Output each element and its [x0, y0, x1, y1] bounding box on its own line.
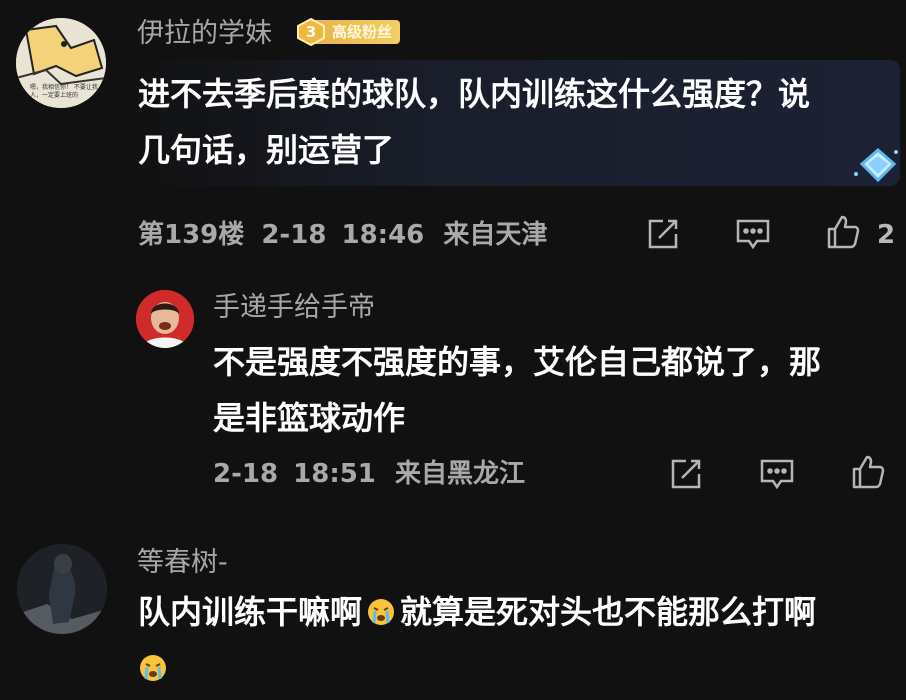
floor-number: 第139楼	[138, 220, 245, 250]
avatar[interactable]	[136, 290, 194, 348]
reply-button[interactable]	[757, 454, 797, 494]
comment-text-part: 就算是死对头也不能那么打啊	[400, 593, 817, 631]
comment-date: 2-18	[213, 459, 279, 489]
comment-item: 嗯，我相信你！ 不要让我， 人，一定要上班的 伊拉的学妹 3 高级粉丝 进不去季…	[0, 0, 906, 270]
badge-level-icon: 3	[296, 17, 326, 47]
avatar-caption-line1: 嗯，我相信你！ 不要让我，	[30, 84, 104, 91]
avatar[interactable]: 嗯，我相信你！ 不要让我， 人，一定要上班的	[16, 18, 106, 108]
comment-item: 等春树- 队内训练干嘛啊 就算是死对头也不能那么打啊	[0, 530, 906, 681]
like-button[interactable]	[823, 212, 863, 252]
share-button[interactable]	[643, 214, 683, 254]
like-button[interactable]	[848, 452, 888, 492]
username[interactable]: 等春树-	[137, 549, 228, 576]
share-icon	[671, 459, 701, 489]
reply-button[interactable]	[733, 214, 773, 254]
fan-badge: 3 高级粉丝	[296, 17, 401, 47]
avatar-caption-line2: 人，一定要上班的	[30, 92, 79, 99]
badge-level-number: 3	[305, 23, 317, 41]
comment-text: 队内训练干嘛啊 就算是死对头也不能那么打啊	[138, 584, 898, 696]
comment-text: 不是强度不强度的事，艾伦自己都说了，那 是非篮球动作	[213, 334, 893, 446]
crying-emoji-icon	[138, 644, 168, 681]
comment-meta: 第139楼 2-18 18:46 来自天津	[138, 222, 547, 248]
username[interactable]: 手递手给手帝	[213, 294, 375, 321]
avatar[interactable]	[17, 544, 107, 634]
share-icon	[648, 219, 678, 249]
comment-text-line: 不是强度不强度的事，艾伦自己都说了，那	[213, 343, 822, 381]
username[interactable]: 伊拉的学妹	[137, 20, 272, 47]
thumbs-up-icon	[852, 455, 885, 489]
comment-date: 2-18	[261, 220, 327, 250]
comment-icon	[760, 459, 794, 490]
comment-text: 进不去季后赛的球队，队内训练这什么强度？说 几句话，别运营了	[138, 66, 878, 178]
share-button[interactable]	[666, 454, 706, 494]
comment-icon	[736, 219, 770, 250]
comment-location: 来自天津	[443, 220, 548, 250]
diamond-decoration-icon	[850, 144, 902, 186]
thumbs-up-icon	[827, 215, 860, 249]
reply-item: 手递手给手帝 不是强度不强度的事，艾伦自己都说了，那 是非篮球动作 2-18 1…	[0, 270, 906, 510]
comment-meta: 2-18 18:51 来自黑龙江	[213, 461, 525, 487]
like-count: 2	[877, 220, 896, 250]
comment-text-part: 队内训练干嘛啊	[138, 593, 363, 631]
comment-text-line: 是非篮球动作	[213, 399, 406, 437]
crying-emoji-icon	[366, 588, 396, 625]
comment-time: 18:46	[341, 220, 425, 250]
comment-text-line: 几句话，别运营了	[138, 131, 395, 169]
comment-text-line: 进不去季后赛的球队，队内训练这什么强度？说	[138, 75, 811, 113]
comment-time: 18:51	[293, 459, 376, 489]
comment-location: 来自黑龙江	[394, 459, 525, 489]
